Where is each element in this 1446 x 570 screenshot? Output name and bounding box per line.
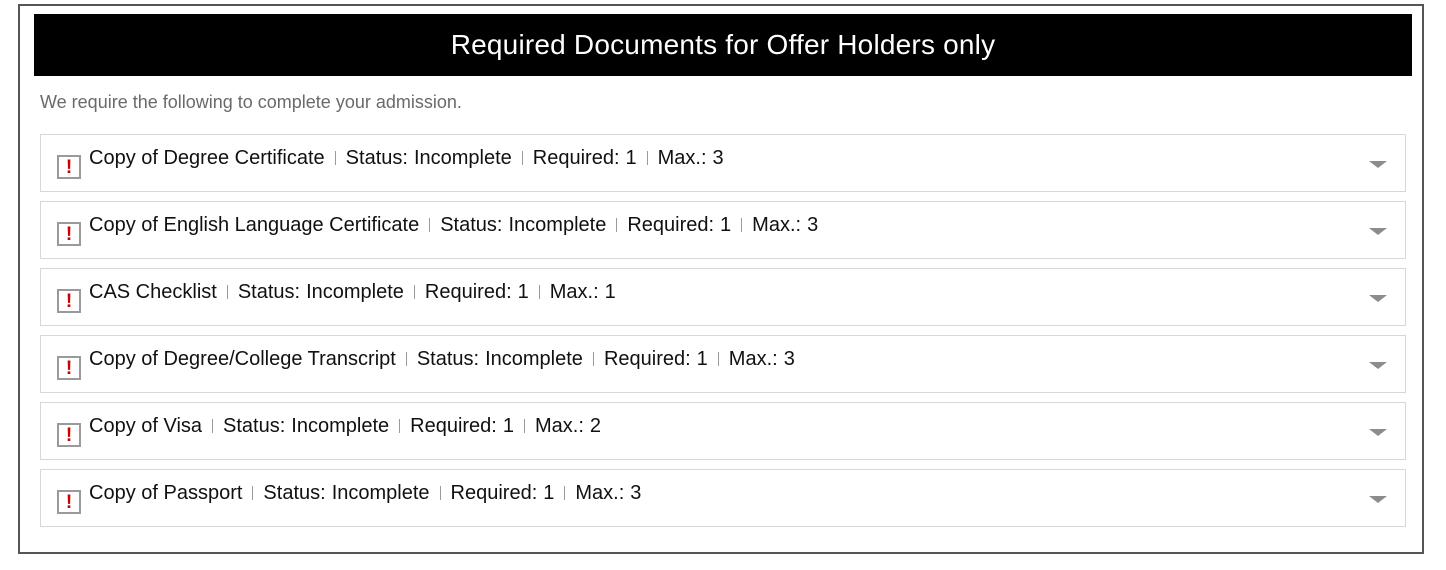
exclamation-warning-icon: ! — [57, 356, 81, 380]
chevron-down-icon[interactable] — [1369, 295, 1387, 302]
chevron-down-icon[interactable] — [1369, 362, 1387, 369]
max-label: Max.: — [752, 214, 802, 236]
document-summary: Copy of English Language Certificate Stat… — [89, 214, 818, 237]
document-row[interactable]: ! CAS Checklist Status: Incomplete Required… — [40, 268, 1406, 326]
chevron-down-icon[interactable] — [1369, 161, 1387, 168]
document-row[interactable]: ! Copy of English Language Certificate St… — [40, 201, 1406, 259]
required-value: 1 — [625, 147, 637, 169]
separator — [226, 285, 228, 299]
document-row[interactable]: ! Copy of Degree/College Transcript Statu… — [40, 335, 1406, 393]
separator — [334, 151, 336, 165]
max-value: 3 — [712, 147, 724, 169]
required-label: Required: — [627, 214, 715, 236]
max-label: Max.: — [534, 415, 584, 437]
max-label: Max.: — [657, 147, 707, 169]
required-documents-panel: Required Documents for Offer Holders onl… — [18, 4, 1424, 554]
separator — [252, 486, 254, 500]
status-label: Status: — [440, 214, 503, 236]
separator — [592, 352, 594, 366]
document-summary: Copy of Passport Status: Incomplete Require… — [89, 482, 641, 505]
document-row[interactable]: ! Copy of Visa Status: Incomplete Required:… — [40, 402, 1406, 460]
separator — [413, 285, 415, 299]
separator — [616, 218, 618, 232]
max-label: Max.: — [549, 281, 599, 303]
required-label: Required: — [450, 482, 538, 504]
separator — [564, 486, 566, 500]
exclamation-warning-icon: ! — [57, 490, 81, 514]
separator — [399, 419, 401, 433]
required-label: Required: — [603, 348, 691, 370]
exclamation-warning-icon: ! — [57, 155, 81, 179]
exclamation-warning-icon: ! — [57, 222, 81, 246]
separator — [538, 285, 540, 299]
max-value: 1 — [604, 281, 616, 303]
separator — [717, 352, 719, 366]
max-value: 3 — [807, 214, 819, 236]
status-label: Status: — [263, 482, 326, 504]
required-value: 1 — [696, 348, 708, 370]
panel-title: Required Documents for Offer Holders onl… — [450, 29, 996, 60]
chevron-down-icon[interactable] — [1369, 429, 1387, 436]
document-summary: Copy of Degree/College Transcript Status:… — [89, 348, 795, 371]
document-name: Copy of Degree Certificate — [89, 147, 325, 169]
separator — [439, 486, 441, 500]
separator — [429, 218, 431, 232]
document-name: Copy of Degree/College Transcript — [89, 348, 396, 370]
exclamation-warning-icon: ! — [57, 289, 81, 313]
required-label: Required: — [424, 281, 512, 303]
document-name: Copy of English Language Certificate — [89, 214, 420, 236]
status-label: Status: — [416, 348, 480, 370]
separator — [646, 151, 648, 165]
required-value: 1 — [720, 214, 732, 236]
status-value: Incomplete — [331, 482, 430, 504]
status-value: Incomplete — [291, 415, 390, 437]
max-value: 2 — [589, 415, 602, 437]
status-label: Status: — [223, 415, 286, 437]
document-name: Copy of Passport — [89, 482, 243, 504]
status-value: Incomplete — [485, 348, 583, 370]
document-summary: Copy of Degree Certificate Status: Incompl… — [89, 147, 724, 170]
separator — [523, 419, 525, 433]
status-value: Incomplete — [508, 214, 607, 236]
document-summary: Copy of Visa Status: Incomplete Required: 1 M… — [89, 415, 601, 438]
required-value: 1 — [517, 281, 529, 303]
required-label: Required: — [410, 415, 497, 437]
document-name: CAS Checklist — [89, 281, 217, 303]
max-label: Max.: — [728, 348, 778, 370]
panel-header: Required Documents for Offer Holders onl… — [34, 14, 1412, 76]
document-summary: CAS Checklist Status: Incomplete Required: 1… — [89, 281, 616, 304]
document-name: Copy of Visa — [89, 415, 203, 437]
status-value: Incomplete — [413, 147, 512, 169]
max-value: 3 — [783, 348, 795, 370]
max-value: 3 — [630, 482, 642, 504]
document-row[interactable]: ! Copy of Passport Status: Incomplete Requi… — [40, 469, 1406, 527]
separator — [741, 218, 743, 232]
chevron-down-icon[interactable] — [1369, 496, 1387, 503]
status-label: Status: — [345, 147, 408, 169]
required-value: 1 — [543, 482, 555, 504]
document-list: ! Copy of Degree Certificate Status: Incom… — [40, 134, 1406, 536]
chevron-down-icon[interactable] — [1369, 228, 1387, 235]
intro-text: We require the following to complete you… — [40, 92, 462, 112]
separator — [212, 419, 214, 433]
status-value: Incomplete — [306, 281, 404, 303]
separator — [405, 352, 407, 366]
document-row[interactable]: ! Copy of Degree Certificate Status: Incom… — [40, 134, 1406, 192]
separator — [521, 151, 523, 165]
max-label: Max.: — [575, 482, 625, 504]
required-value: 1 — [502, 415, 514, 437]
required-label: Required: — [532, 147, 620, 169]
exclamation-warning-icon: ! — [57, 423, 81, 447]
status-label: Status: — [237, 281, 301, 303]
